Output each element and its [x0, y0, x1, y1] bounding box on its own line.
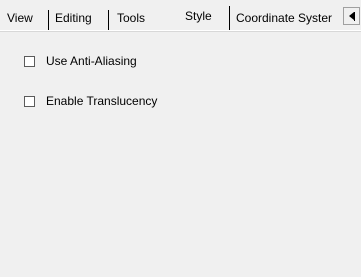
anti-aliasing-label: Use Anti-Aliasing: [46, 54, 137, 68]
tab-divider: [229, 6, 230, 30]
tab-coordinate-system[interactable]: Coordinate Syster: [236, 6, 342, 30]
tab-strip: View Editing Tools Style Coordinate Syst…: [0, 0, 361, 34]
tab-tools-label: Tools: [117, 11, 146, 25]
panel-border: [0, 31, 361, 32]
tab-editing-label: Editing: [55, 11, 92, 25]
anti-aliasing-option[interactable]: Use Anti-Aliasing: [24, 54, 137, 68]
left-arrow-icon-stem: [354, 12, 355, 21]
tab-tools[interactable]: Tools: [117, 6, 165, 30]
tab-editing[interactable]: Editing: [55, 6, 107, 30]
tab-coordinate-system-label: Coordinate Syster: [236, 11, 333, 25]
translucency-option[interactable]: Enable Translucency: [24, 94, 157, 108]
tab-view[interactable]: View: [7, 6, 41, 30]
translucency-checkbox[interactable]: [24, 95, 35, 107]
tab-divider: [108, 10, 109, 30]
tab-style[interactable]: Style: [185, 3, 225, 30]
anti-aliasing-checkbox[interactable]: [24, 55, 35, 67]
tab-scroll-left-button[interactable]: [343, 7, 360, 25]
tab-divider: [48, 10, 49, 30]
translucency-label: Enable Translucency: [46, 94, 158, 108]
tab-view-label: View: [7, 11, 33, 25]
tab-style-label: Style: [185, 9, 212, 23]
